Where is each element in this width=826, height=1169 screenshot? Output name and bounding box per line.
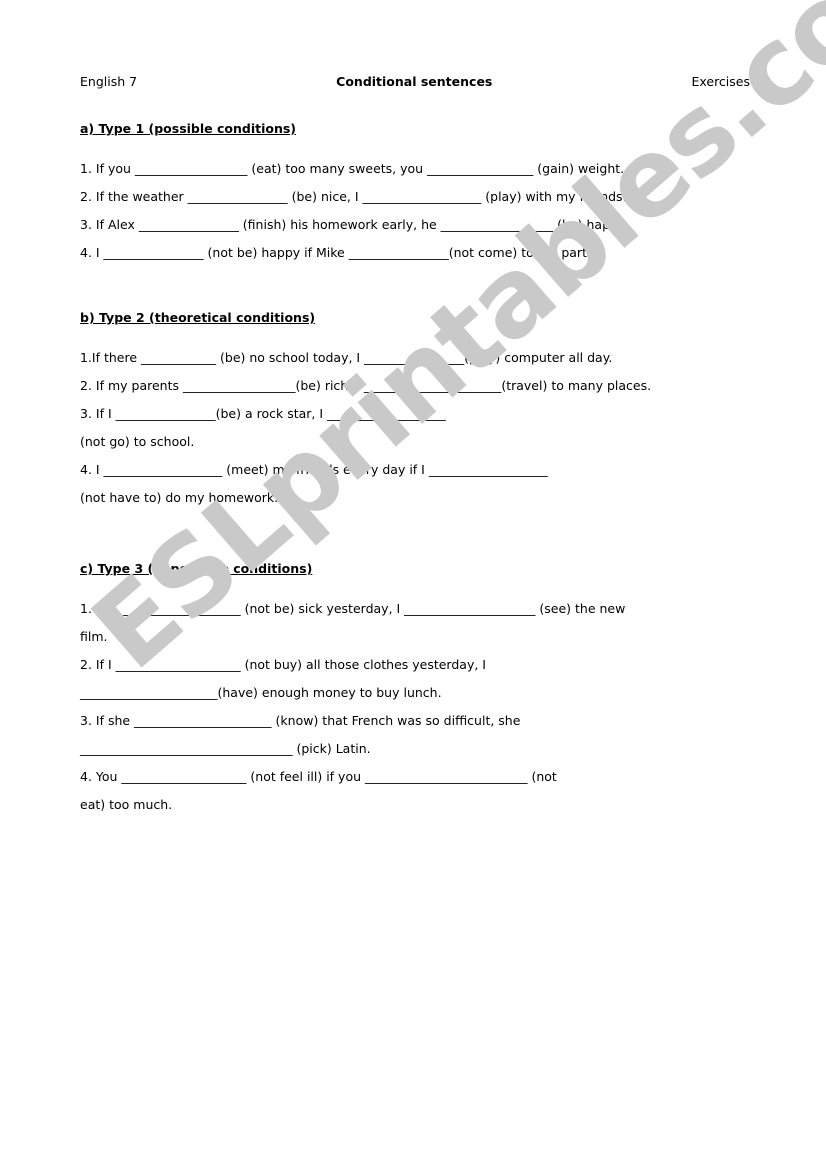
document-header: English 7 Conditional sentences Exercise… [80, 74, 750, 90]
exercise-item: 1.If there ____________ (be) no school t… [80, 350, 613, 365]
section-heading-type-3: c) Type 3 (impossible conditions) [80, 561, 313, 576]
exercise-item: 3. If Alex ________________ (finish) his… [80, 217, 628, 232]
exercise-item-continuation: eat) too much. [80, 797, 173, 812]
exercise-item: 3. If she ______________________ (know) … [80, 713, 521, 728]
exercise-item: 1. If you __________________ (eat) too m… [80, 161, 625, 176]
section-type-2: b) Type 2 (theoretical conditions) 1.If … [80, 307, 750, 506]
page-content: English 7 Conditional sentences Exercise… [80, 74, 750, 825]
exercise-item: 2. If I ____________________ (not buy) a… [80, 657, 486, 672]
section-heading-type-1: a) Type 1 (possible conditions) [80, 121, 297, 136]
exercise-item: 1. If I ____________________ (not be) si… [80, 601, 626, 616]
section-type-1: a) Type 1 (possible conditions) 1. If yo… [80, 118, 750, 261]
section-body-type-2: 1.If there ____________ (be) no school t… [80, 350, 750, 506]
section-body-type-3: 1. If I ____________________ (not be) si… [80, 601, 750, 813]
section-heading-type-2: b) Type 2 (theoretical conditions) [80, 310, 316, 325]
exercise-item-continuation: ______________________(have) enough mone… [80, 685, 442, 700]
page-title: Conditional sentences [336, 74, 493, 89]
exercise-item: 4. I ___________________ (meet) my frien… [80, 462, 548, 477]
worksheet-page: English 7 Conditional sentences Exercise… [0, 0, 826, 1169]
exercise-item: 4. I ________________ (not be) happy if … [80, 245, 597, 260]
exercise-item-continuation: (not have to) do my homework. [80, 490, 279, 505]
exercise-item-continuation: (not go) to school. [80, 434, 195, 449]
exercise-item: 2. If my parents __________________(be) … [80, 378, 652, 393]
section-body-type-1: 1. If you __________________ (eat) too m… [80, 161, 750, 261]
exercise-item: 2. If the weather ________________ (be) … [80, 189, 627, 204]
exercise-item-continuation: film. [80, 629, 108, 644]
exercise-item: 3. If I ________________(be) a rock star… [80, 406, 446, 421]
header-course-label: English 7 [80, 74, 138, 89]
exercise-item: 4. You ____________________ (not feel il… [80, 769, 557, 784]
exercise-item-continuation: __________________________________ (pick… [80, 741, 371, 756]
header-exercises-label: Exercises [691, 74, 750, 89]
section-type-3: c) Type 3 (impossible conditions) 1. If … [80, 558, 750, 813]
